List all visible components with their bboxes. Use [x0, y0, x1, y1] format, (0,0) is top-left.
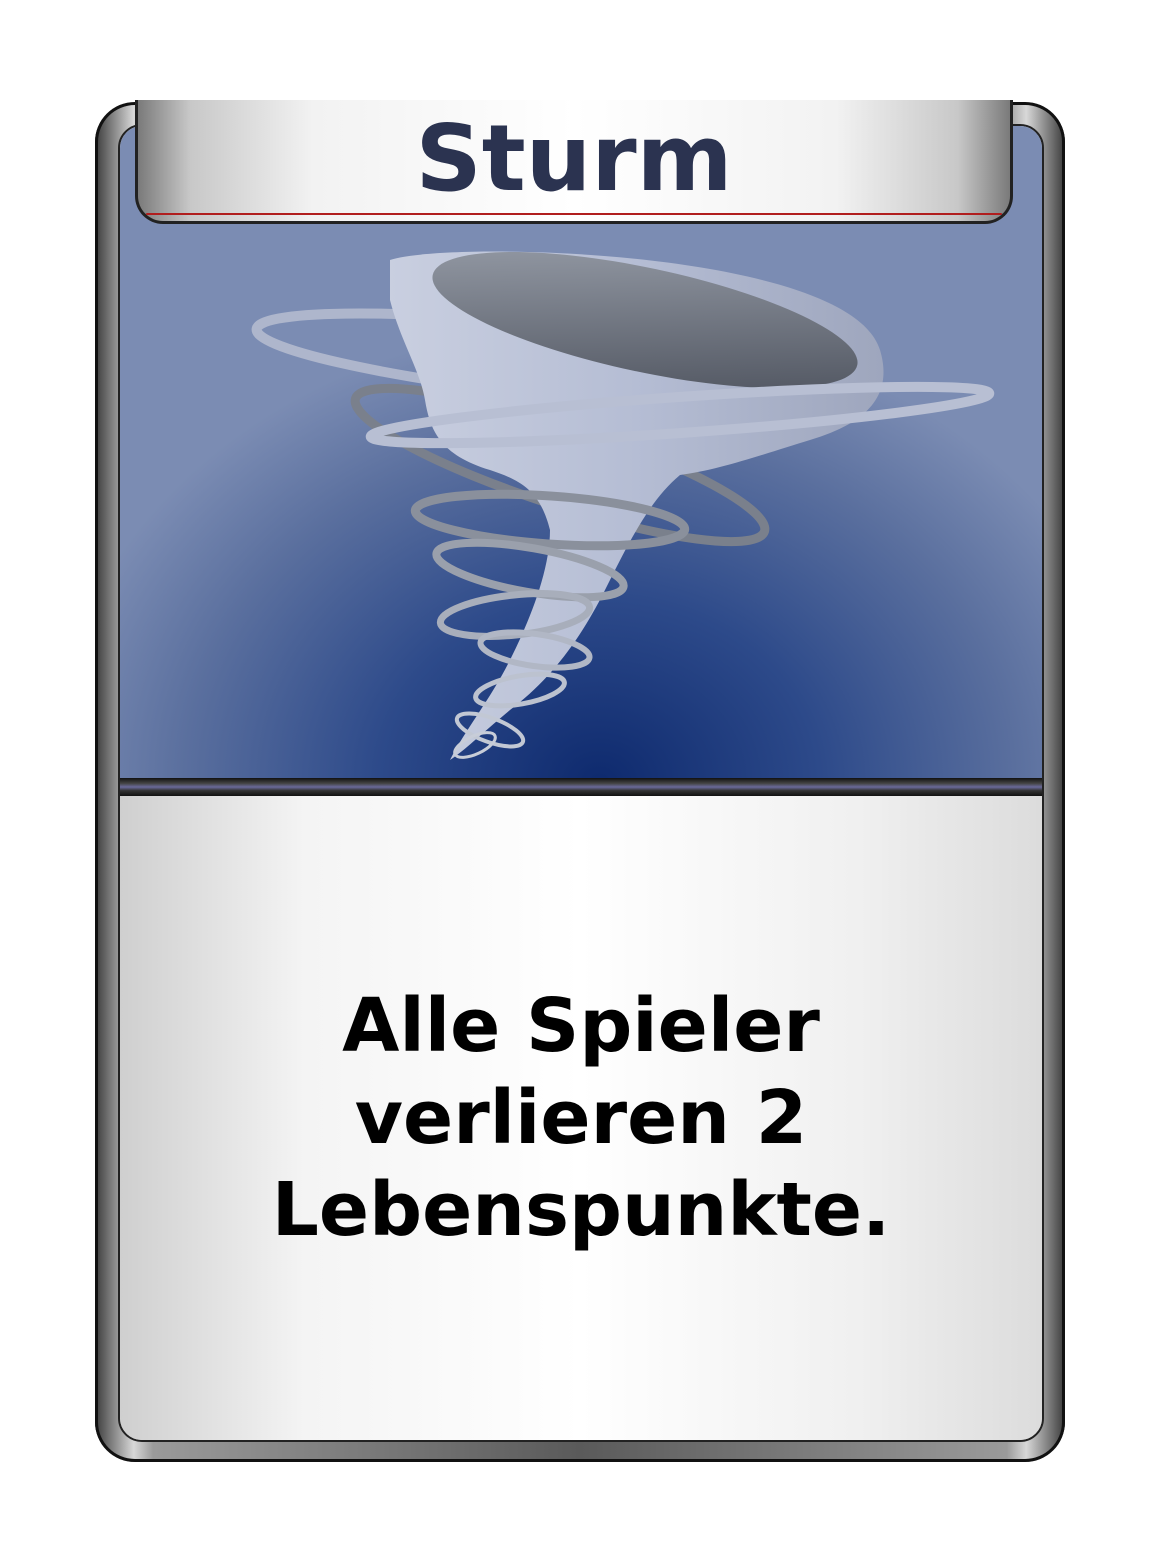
- effect-line: verlieren 2: [354, 1075, 808, 1161]
- effect-line: Alle Spieler: [342, 983, 820, 1069]
- effect-line: Lebenspunkte.: [271, 1167, 891, 1253]
- card-effect-text: Alle Spieler verlieren 2 Lebenspunkte.: [118, 980, 1044, 1256]
- panel-divider: [120, 778, 1042, 796]
- tornado-icon: [251, 251, 995, 760]
- card-title: Sturm: [415, 105, 733, 212]
